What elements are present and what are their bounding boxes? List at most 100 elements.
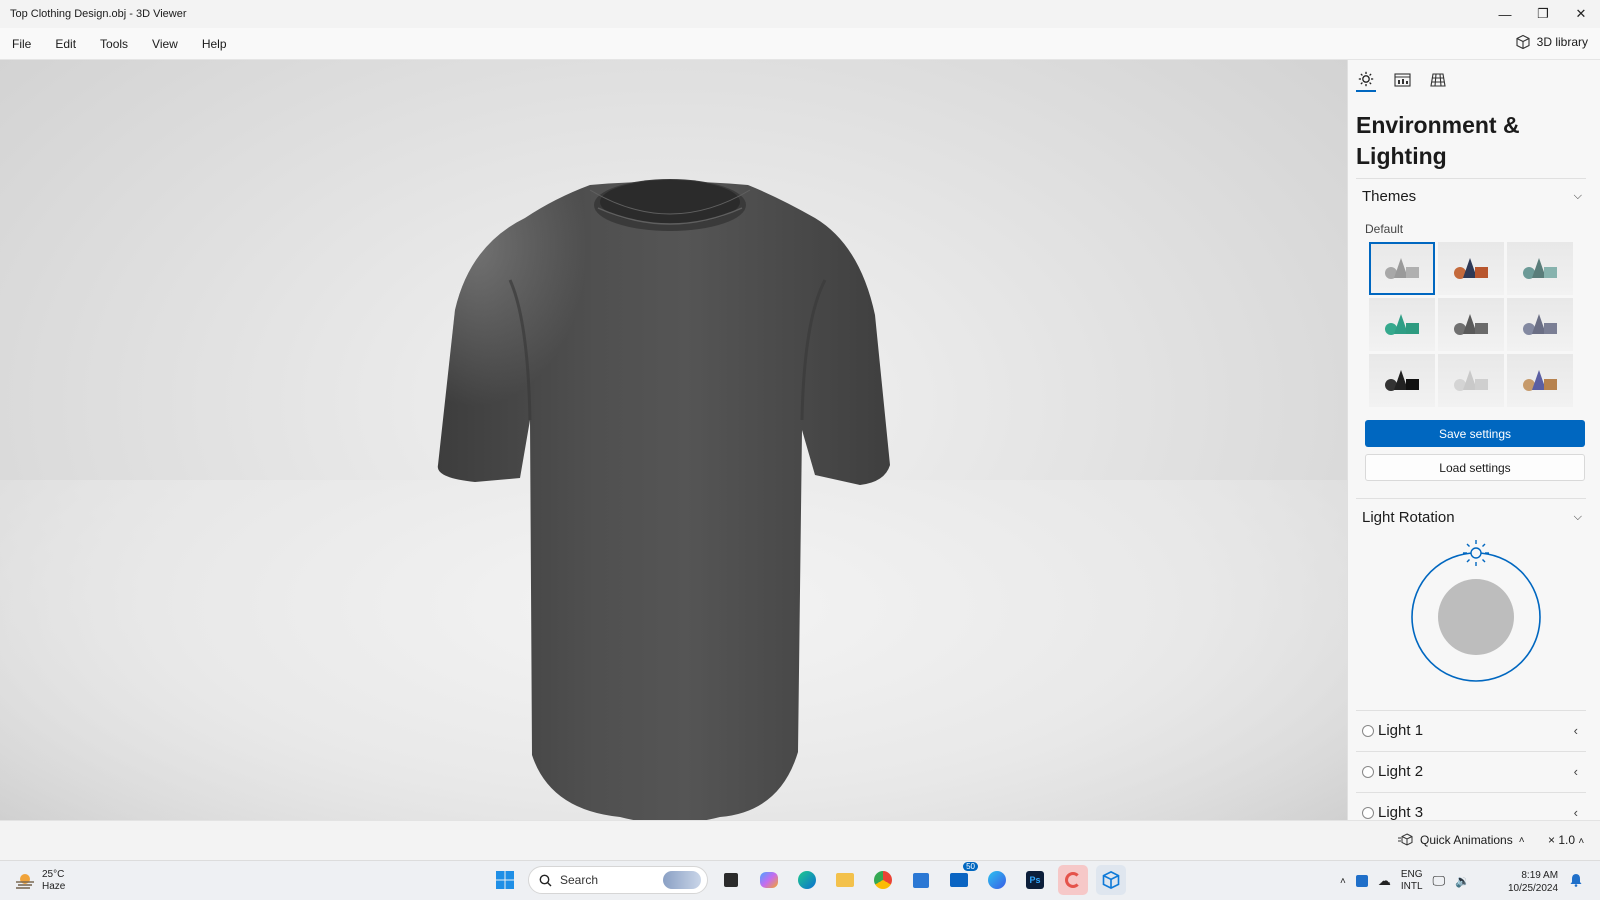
menu-view[interactable]: View xyxy=(140,37,190,51)
grid-icon xyxy=(1430,73,1446,87)
3d-viewport[interactable] xyxy=(0,60,1347,820)
light-3-row[interactable]: Light 3 ‹ xyxy=(1356,792,1586,820)
store-icon[interactable] xyxy=(906,865,936,895)
weather-condition: Haze xyxy=(42,881,66,892)
temperature: 25°C xyxy=(42,869,65,880)
chevron-down-icon: ⌵ xyxy=(1573,189,1582,202)
menu-bar: File Edit Tools View Help 3D library xyxy=(0,28,1600,60)
panel-tabs xyxy=(1356,68,1448,92)
lang-bottom: INTL xyxy=(1400,881,1423,892)
taskbar-search[interactable]: Search xyxy=(528,866,708,894)
light-handle-sun-icon[interactable] xyxy=(1463,540,1489,566)
menu-help[interactable]: Help xyxy=(190,37,239,51)
quick-animations-button[interactable]: Quick Animations ˄ xyxy=(1398,833,1525,847)
window-title: Top Clothing Design.obj - 3D Viewer xyxy=(10,8,187,20)
light-rotation-dial[interactable] xyxy=(1406,535,1546,685)
windows-logo-icon xyxy=(496,871,514,889)
minimize-button[interactable]: — xyxy=(1486,0,1524,28)
theme-swatch[interactable] xyxy=(1369,298,1435,351)
tray-chevron-up-icon[interactable]: ˄ xyxy=(1340,876,1346,887)
edge-icon[interactable] xyxy=(792,865,822,895)
theme-preview-shapes-icon xyxy=(1454,257,1488,279)
themes-section-header[interactable]: Themes ⌵ xyxy=(1356,181,1586,211)
copilot-icon[interactable] xyxy=(754,865,784,895)
environment-panel: Environment & Lighting Themes ⌵ Default … xyxy=(1347,60,1600,820)
speed-label: × 1.0 xyxy=(1548,833,1576,847)
save-settings-button[interactable]: Save settings xyxy=(1365,420,1585,447)
theme-swatch[interactable] xyxy=(1369,354,1435,407)
3d-library-button[interactable]: 3D library xyxy=(1515,34,1588,50)
theme-preview-shapes-icon xyxy=(1385,257,1419,279)
light-1-label: Light 1 xyxy=(1378,722,1424,739)
theme-swatch[interactable] xyxy=(1507,242,1573,295)
load-settings-button[interactable]: Load settings xyxy=(1365,454,1585,481)
panel-title: Environment & Lighting xyxy=(1356,112,1520,169)
task-view-icon[interactable] xyxy=(716,865,746,895)
animation-bar: Quick Animations ˄ × 1.0 ˄ xyxy=(0,820,1600,860)
tab-grid-views[interactable] xyxy=(1428,68,1448,92)
divider xyxy=(1356,498,1586,499)
theme-preview-shapes-icon xyxy=(1523,313,1557,335)
defender-icon[interactable] xyxy=(1355,875,1368,887)
themes-label: Themes xyxy=(1362,187,1417,205)
chrome-icon[interactable] xyxy=(868,865,898,895)
theme-preview-shapes-icon xyxy=(1454,313,1488,335)
menu-tools[interactable]: Tools xyxy=(88,37,140,51)
light-rotation-section-header[interactable]: Light Rotation ⌵ xyxy=(1356,502,1586,532)
theme-preview-shapes-icon xyxy=(1385,369,1419,391)
speed-selector[interactable]: × 1.0 ˄ xyxy=(1548,833,1584,847)
search-highlight-icon xyxy=(663,871,701,889)
sun-icon xyxy=(1358,71,1374,87)
theme-swatch[interactable] xyxy=(1369,242,1435,295)
taskbar-apps: Search 50 Ps xyxy=(490,862,1126,895)
light-2-radio[interactable] xyxy=(1362,765,1374,778)
mail-icon[interactable]: 50 xyxy=(944,862,978,895)
start-button[interactable] xyxy=(490,865,520,895)
system-tray: ˄ ☁ ENG INTL 🖵 🔉 xyxy=(1340,869,1470,893)
notification-bell-icon[interactable] xyxy=(1570,873,1582,892)
haze-icon xyxy=(16,874,34,889)
tshirt-model[interactable] xyxy=(430,120,910,820)
close-button[interactable]: ✕ xyxy=(1562,0,1600,28)
theme-swatch[interactable] xyxy=(1438,298,1504,351)
animation-cube-icon xyxy=(1398,833,1413,846)
canva-icon[interactable] xyxy=(1058,865,1088,895)
photoshop-icon[interactable]: Ps xyxy=(1020,865,1050,895)
copilot-app-icon[interactable] xyxy=(982,865,1012,895)
theme-swatch[interactable] xyxy=(1438,354,1504,407)
stats-icon xyxy=(1393,73,1411,87)
light-3-radio[interactable] xyxy=(1362,806,1374,819)
theme-swatch[interactable] xyxy=(1438,242,1504,295)
window-controls: — ❐ ✕ xyxy=(1486,0,1600,28)
volume-icon[interactable]: 🔉 xyxy=(1455,874,1470,888)
language-indicator[interactable]: ENG INTL xyxy=(1401,869,1423,893)
weather-text: 25°C Haze xyxy=(42,869,65,893)
display-icon[interactable]: 🖵 xyxy=(1433,873,1446,889)
chevron-up-icon: ˄ xyxy=(1518,834,1525,846)
light-1-row[interactable]: Light 1 ‹ xyxy=(1356,710,1586,750)
chevron-left-icon: ‹ xyxy=(1573,805,1578,820)
date: 10/25/2024 xyxy=(1508,883,1559,894)
chevron-left-icon: ‹ xyxy=(1573,764,1578,779)
file-explorer-icon[interactable] xyxy=(830,865,860,895)
lang-top: ENG xyxy=(1400,869,1423,880)
light-2-row[interactable]: Light 2 ‹ xyxy=(1356,751,1586,791)
clock[interactable]: 8:19 AM 10/25/2024 xyxy=(1508,869,1558,895)
theme-preview-shapes-icon xyxy=(1523,257,1557,279)
light-1-radio[interactable] xyxy=(1362,724,1374,737)
menu-edit[interactable]: Edit xyxy=(43,37,88,51)
chevron-down-icon: ⌵ xyxy=(1573,510,1582,523)
tab-stats-shading[interactable] xyxy=(1392,68,1412,92)
onedrive-offline-icon[interactable]: ☁ xyxy=(1378,873,1391,889)
theme-swatch[interactable] xyxy=(1507,298,1573,351)
tab-environment-lighting[interactable] xyxy=(1356,68,1376,92)
theme-preview-shapes-icon xyxy=(1523,369,1557,391)
theme-swatch[interactable] xyxy=(1507,354,1573,407)
chevron-left-icon: ‹ xyxy=(1573,723,1578,738)
3d-viewer-taskbar-icon[interactable] xyxy=(1096,865,1126,895)
theme-preview-shapes-icon xyxy=(1454,369,1488,391)
weather-widget[interactable]: 25°C Haze xyxy=(14,869,65,893)
menu-file[interactable]: File xyxy=(0,37,43,51)
restore-button[interactable]: ❐ xyxy=(1524,0,1562,28)
quick-animations-label: Quick Animations xyxy=(1420,833,1513,847)
